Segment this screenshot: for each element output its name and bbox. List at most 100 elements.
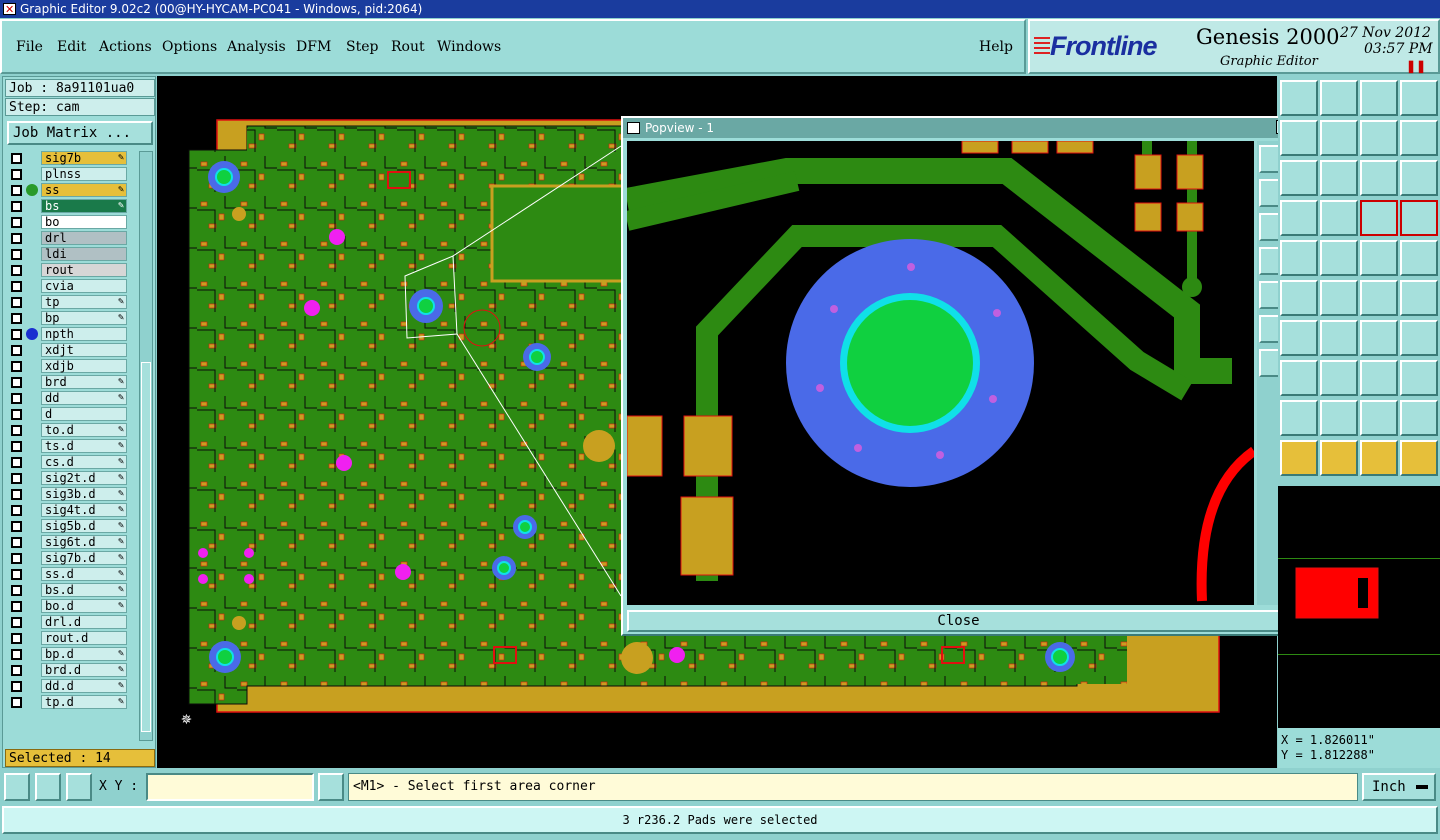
mini-preview[interactable] xyxy=(1278,486,1440,728)
layer-checkbox[interactable] xyxy=(11,393,22,404)
layer-checkbox[interactable] xyxy=(11,489,22,500)
layer-row[interactable]: sig4t.d ✎ xyxy=(7,503,127,517)
pan-up-icon[interactable] xyxy=(1280,120,1318,156)
layer-row[interactable]: drl.d xyxy=(7,615,127,629)
layer-name[interactable]: brd ✎ xyxy=(41,375,127,389)
popview-close-button[interactable]: Close xyxy=(627,610,1290,632)
measure-icon[interactable] xyxy=(35,773,61,801)
line-dot-icon[interactable] xyxy=(1360,280,1398,316)
fit-screen-icon[interactable] xyxy=(1320,160,1358,196)
layer-row[interactable]: rout.d xyxy=(7,631,127,645)
layer-checkbox[interactable] xyxy=(11,537,22,548)
layer-name[interactable]: dd.d ✎ xyxy=(41,679,127,693)
dotted-square-icon[interactable] xyxy=(1400,240,1438,276)
layer-row[interactable]: bs.d ✎ xyxy=(7,583,127,597)
layer-checkbox[interactable] xyxy=(11,201,22,212)
layer-row[interactable]: brd.d ✎ xyxy=(7,663,127,677)
layer-checkbox[interactable] xyxy=(11,569,22,580)
layer-name[interactable]: rout.d xyxy=(41,631,127,645)
job-matrix-button[interactable]: Job Matrix ... xyxy=(7,121,153,145)
layer-name[interactable]: xdjt xyxy=(41,343,127,357)
layer-edit-icon[interactable]: ✎ xyxy=(118,552,124,564)
layer-row[interactable]: bo.d ✎ xyxy=(7,599,127,613)
pin-line-icon[interactable] xyxy=(1280,280,1318,316)
layer-name[interactable]: tp.d ✎ xyxy=(41,695,127,709)
flip-icon[interactable] xyxy=(1280,160,1318,196)
layer-edit-icon[interactable]: ✎ xyxy=(118,200,124,212)
pause-icon[interactable]: ❚❚ xyxy=(1406,59,1426,73)
layer-checkbox[interactable] xyxy=(11,505,22,516)
layer-name[interactable]: to.d ✎ xyxy=(41,423,127,437)
menu-file[interactable]: File xyxy=(16,39,43,55)
select-arrow-icon[interactable] xyxy=(1280,440,1318,476)
layer-edit-icon[interactable]: ✎ xyxy=(118,568,124,580)
layer-checkbox[interactable] xyxy=(11,617,22,628)
layer-edit-icon[interactable]: ✎ xyxy=(118,600,124,612)
rotate-icon[interactable] xyxy=(1360,120,1398,156)
popview-titlebar[interactable]: Popview - 1 ✕ xyxy=(623,118,1294,138)
layer-edit-icon[interactable]: ✎ xyxy=(118,440,124,452)
select-pointer-icon[interactable] xyxy=(1360,440,1398,476)
layer-row[interactable]: d xyxy=(7,407,127,421)
layer-name[interactable]: sig7b ✎ xyxy=(41,151,127,165)
layer-name[interactable]: brd.d ✎ xyxy=(41,663,127,677)
layer-name[interactable]: drl.d xyxy=(41,615,127,629)
layer-row[interactable]: ldi xyxy=(7,247,127,261)
arch-icon[interactable] xyxy=(1360,400,1398,436)
layer-row[interactable]: drl xyxy=(7,231,127,245)
layer-name[interactable]: sig6t.d ✎ xyxy=(41,535,127,549)
layer-row[interactable]: xdjt xyxy=(7,343,127,357)
layer-name[interactable]: sig3b.d ✎ xyxy=(41,487,127,501)
layer-checkbox[interactable] xyxy=(11,297,22,308)
layer-scrollbar[interactable] xyxy=(139,151,153,741)
layer-row[interactable]: sig5b.d ✎ xyxy=(7,519,127,533)
one-to-one-icon[interactable] xyxy=(1360,160,1398,196)
layer-row[interactable]: dd.d ✎ xyxy=(7,679,127,693)
layer-name[interactable]: bp ✎ xyxy=(41,311,127,325)
arrow-ne-icon[interactable] xyxy=(1280,240,1318,276)
layer-checkbox[interactable] xyxy=(11,665,22,676)
layer-row[interactable]: brd ✎ xyxy=(7,375,127,389)
layer-row[interactable]: tp ✎ xyxy=(7,295,127,309)
layer-row[interactable]: ss.d ✎ xyxy=(7,567,127,581)
layer-row[interactable]: tp.d ✎ xyxy=(7,695,127,709)
layer-checkbox[interactable] xyxy=(11,441,22,452)
menu-windows[interactable]: Windows xyxy=(437,39,501,55)
menu-step[interactable]: Step xyxy=(346,39,378,55)
house-icon[interactable] xyxy=(1360,80,1398,116)
snap-icon[interactable] xyxy=(4,773,30,801)
layer-edit-icon[interactable]: ✎ xyxy=(118,504,124,516)
layer-name[interactable]: ss.d ✎ xyxy=(41,567,127,581)
layer-checkbox[interactable] xyxy=(11,265,22,276)
dot-left-icon[interactable] xyxy=(1280,360,1318,396)
zoomed-board[interactable] xyxy=(627,141,1254,605)
layer-edit-icon[interactable]: ✎ xyxy=(118,664,124,676)
layer-name[interactable]: bp.d ✎ xyxy=(41,647,127,661)
layer-name[interactable]: sig5b.d ✎ xyxy=(41,519,127,533)
menu-options[interactable]: Options xyxy=(162,39,217,55)
zoom-out-icon[interactable] xyxy=(1320,120,1358,156)
layer-name[interactable]: ss ✎ xyxy=(41,183,127,197)
layer-row[interactable]: to.d ✎ xyxy=(7,423,127,437)
layer-row[interactable]: dd ✎ xyxy=(7,391,127,405)
snap-icon[interactable] xyxy=(1280,200,1318,236)
layer-edit-icon[interactable]: ✎ xyxy=(118,536,124,548)
cross-icon[interactable] xyxy=(1320,280,1358,316)
layer-row[interactable]: rout xyxy=(7,263,127,277)
menu-edit[interactable]: Edit xyxy=(57,39,86,55)
layer-row[interactable]: cs.d ✎ xyxy=(7,455,127,469)
layer-row[interactable]: sig6t.d ✎ xyxy=(7,535,127,549)
layer-name[interactable]: cs.d ✎ xyxy=(41,455,127,469)
menu-dfm[interactable]: DFM xyxy=(296,39,331,55)
triangle-alt-icon[interactable] xyxy=(1320,400,1358,436)
layer-edit-icon[interactable]: ✎ xyxy=(118,680,124,692)
alert-icon[interactable] xyxy=(318,773,344,801)
arch-alt-icon[interactable] xyxy=(1400,400,1438,436)
layer-checkbox[interactable] xyxy=(11,281,22,292)
layer-name[interactable]: bs.d ✎ xyxy=(41,583,127,597)
layer-name[interactable]: tp ✎ xyxy=(41,295,127,309)
grid-icon[interactable] xyxy=(66,773,92,801)
layer-edit-icon[interactable]: ✎ xyxy=(118,696,124,708)
select-box-icon[interactable] xyxy=(1320,440,1358,476)
layer-checkbox[interactable] xyxy=(11,233,22,244)
